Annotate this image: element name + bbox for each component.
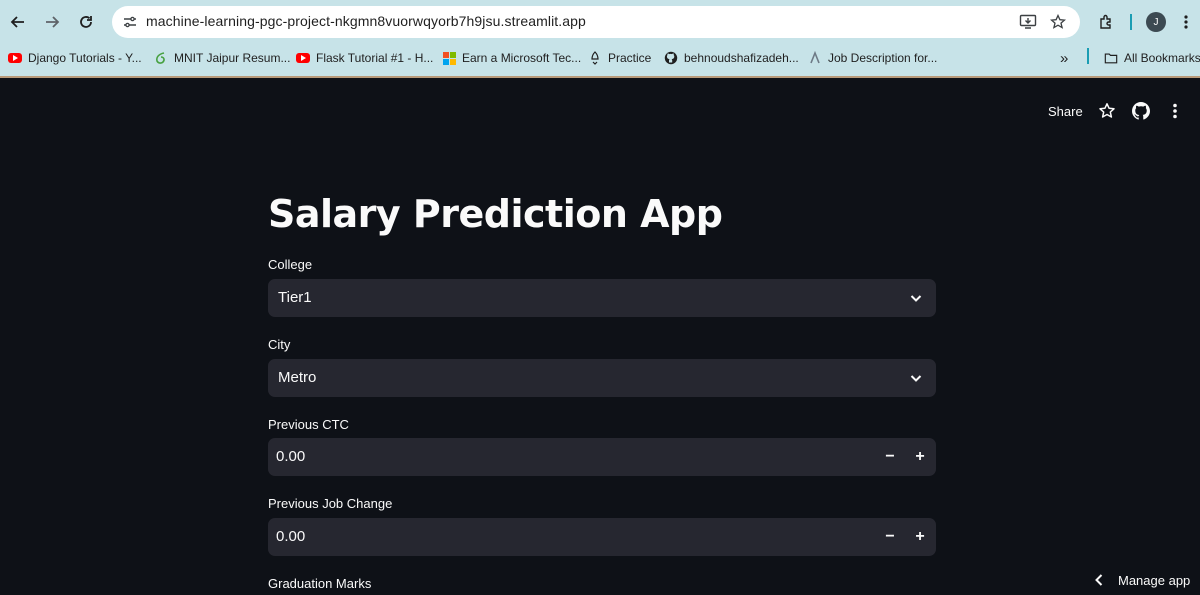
- reload-icon[interactable]: [72, 8, 100, 36]
- address-bar[interactable]: machine-learning-pgc-project-nkgmn8vuorw…: [112, 6, 1080, 38]
- increment-button[interactable]: +: [905, 442, 935, 472]
- college-select[interactable]: Tier1: [268, 279, 936, 317]
- manage-app-button[interactable]: Manage app: [1094, 570, 1190, 590]
- previous-ctc-label: Previous CTC: [268, 417, 349, 432]
- manage-app-label: Manage app: [1118, 572, 1191, 588]
- chevron-left-icon: [1094, 573, 1104, 587]
- bookmarks-separator: [1087, 48, 1089, 64]
- youtube-icon: [8, 51, 22, 65]
- menu-more-icon[interactable]: [1164, 100, 1186, 122]
- chevron-down-icon: [908, 370, 924, 386]
- previous-job-change-label: Previous Job Change: [268, 496, 393, 511]
- college-label: College: [268, 257, 313, 272]
- overleaf-icon: [154, 51, 168, 65]
- url-text: machine-learning-pgc-project-nkgmn8vuorw…: [146, 13, 586, 29]
- previous-ctc-value: 0.00: [276, 448, 306, 465]
- city-value: Metro: [278, 369, 317, 386]
- naukri-icon: [808, 51, 822, 65]
- college-value: Tier1: [278, 289, 312, 306]
- browser-chrome: machine-learning-pgc-project-nkgmn8vuorw…: [0, 0, 1200, 78]
- extensions-icon[interactable]: [1092, 8, 1120, 36]
- bookmark-item[interactable]: Job Description for...: [808, 49, 937, 67]
- bookmark-item[interactable]: Flask Tutorial #1 - H...: [296, 49, 433, 67]
- previous-ctc-input[interactable]: 0.00 − +: [268, 438, 936, 476]
- chevron-down-icon: [908, 290, 924, 306]
- city-select[interactable]: Metro: [268, 359, 936, 397]
- bookmark-label: Practice: [608, 51, 652, 65]
- bookmark-item[interactable]: Django Tutorials - Y...: [8, 49, 142, 67]
- decrement-button[interactable]: −: [875, 442, 905, 472]
- page-title: Salary Prediction App: [268, 192, 723, 236]
- more-vert-icon[interactable]: [1172, 8, 1200, 36]
- bookmark-label: Flask Tutorial #1 - H...: [316, 51, 434, 65]
- all-bookmarks-label: All Bookmarks: [1124, 51, 1200, 65]
- previous-job-change-input[interactable]: 0.00 − +: [268, 518, 936, 556]
- app-header: Share: [0, 78, 1200, 138]
- more-bookmarks-button[interactable]: »: [1060, 49, 1068, 67]
- forward-arrow-icon[interactable]: [38, 8, 66, 36]
- bookmark-item[interactable]: Earn a Microsoft Tec...: [442, 49, 581, 67]
- bookmarks-bar: Django Tutorials - Y... MNIT Jaipur Resu…: [0, 44, 1200, 70]
- bookmark-item[interactable]: behnoudshafizadeh...: [664, 49, 799, 67]
- graduation-marks-label: Graduation Marks: [268, 576, 372, 591]
- bookmark-label: behnoudshafizadeh...: [684, 51, 799, 65]
- star-icon[interactable]: [1096, 100, 1118, 122]
- bookmark-star-icon[interactable]: [1048, 12, 1068, 32]
- site-info-icon[interactable]: [120, 12, 140, 32]
- youtube-icon: [296, 51, 310, 65]
- bookmark-label: Job Description for...: [828, 51, 938, 65]
- city-label: City: [268, 337, 291, 352]
- decrement-button[interactable]: −: [875, 522, 905, 552]
- bookmark-item[interactable]: Practice: [588, 49, 651, 67]
- github-icon: [664, 51, 678, 65]
- all-bookmarks-button[interactable]: All Bookmarks: [1104, 49, 1200, 67]
- increment-button[interactable]: +: [905, 522, 935, 552]
- bookmark-label: MNIT Jaipur Resum...: [174, 51, 291, 65]
- toolbar-separator: [1130, 14, 1132, 30]
- previous-job-change-value: 0.00: [276, 528, 306, 545]
- microsoft-icon: [442, 51, 456, 65]
- bookmark-item[interactable]: MNIT Jaipur Resum...: [154, 49, 290, 67]
- share-button[interactable]: Share: [1048, 104, 1083, 119]
- bookmark-label: Earn a Microsoft Tec...: [462, 51, 582, 65]
- install-app-icon[interactable]: [1018, 12, 1038, 32]
- back-arrow-icon[interactable]: [4, 8, 32, 36]
- github-icon[interactable]: [1130, 100, 1152, 122]
- profile-avatar[interactable]: J: [1146, 12, 1166, 32]
- folder-icon: [1104, 51, 1118, 65]
- rocket-icon: [588, 51, 602, 65]
- bookmark-label: Django Tutorials - Y...: [28, 51, 142, 65]
